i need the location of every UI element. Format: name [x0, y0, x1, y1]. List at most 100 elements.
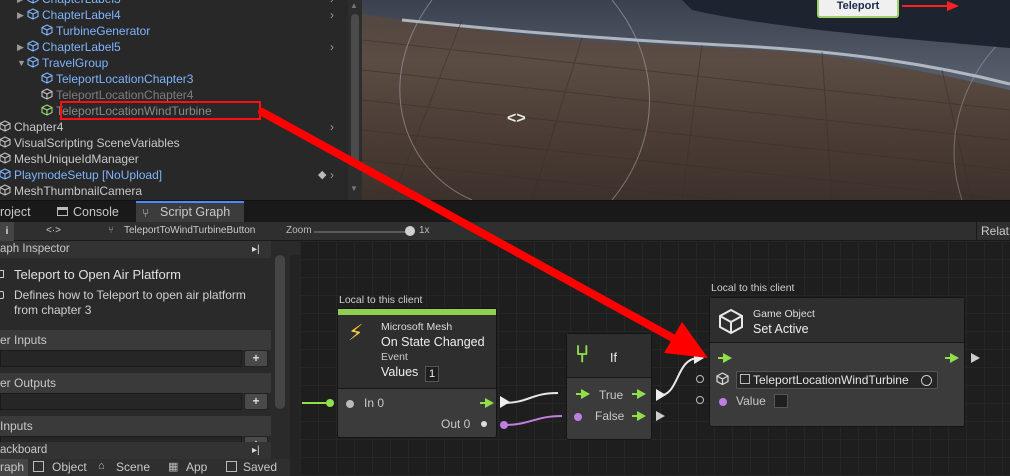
- tag-icon[interactable]: ◆: [318, 168, 326, 181]
- graph-icon: [0, 270, 4, 278]
- collapsed-arrow-icon[interactable]: ▶: [17, 0, 24, 7]
- object-picker-icon[interactable]: [921, 375, 932, 386]
- tab-object-variables[interactable]: Object: [52, 460, 87, 474]
- input-connection-dot[interactable]: [326, 399, 334, 407]
- hierarchy-scrollbar[interactable]: ▲ ▼: [348, 0, 362, 200]
- out0-port[interactable]: [481, 421, 487, 427]
- value-input-port[interactable]: [719, 398, 727, 406]
- graph-description[interactable]: Defines how to Teleport to open air plat…: [14, 288, 266, 318]
- zoom-label: Zoom: [286, 225, 312, 236]
- unconnected-port-icon[interactable]: [696, 396, 704, 404]
- hierarchy-item[interactable]: ▶ ChapterLabel3 ›: [0, 0, 348, 7]
- tab-saved-variables[interactable]: Saved: [243, 460, 277, 474]
- collapsed-arrow-icon[interactable]: ▶: [17, 39, 24, 55]
- collapsed-arrow-icon[interactable]: ▶: [17, 7, 24, 23]
- if-node[interactable]: ⑂ If True False: [566, 333, 652, 440]
- hierarchy-item[interactable]: TeleportLocationChapter3: [0, 71, 348, 87]
- info-icon[interactable]: i: [0, 222, 14, 241]
- false-output-icon[interactable]: [632, 411, 646, 421]
- game-object-cube-icon: [718, 308, 744, 335]
- hierarchy-item[interactable]: ▶Chapter4›: [0, 119, 348, 135]
- hierarchy-item[interactable]: MeshUniqueIdManager: [0, 151, 348, 167]
- control-output-icon[interactable]: [480, 398, 494, 408]
- if-control-input-icon[interactable]: [576, 389, 590, 399]
- prefab-icon: [0, 168, 11, 184]
- chevron-right-icon[interactable]: ›: [330, 119, 334, 135]
- graph-name-breadcrumb[interactable]: TeleportToWindTurbineButton: [124, 225, 255, 236]
- collapse-blackboard-icon[interactable]: ▸|: [252, 442, 260, 459]
- data-inputs-section[interactable]: Inputs: [0, 416, 271, 436]
- chevron-right-icon[interactable]: ›: [330, 0, 334, 7]
- hierarchy-item[interactable]: ▶ ChapterLabel4 ›: [0, 7, 348, 23]
- expanded-arrow-icon[interactable]: ▼: [17, 55, 26, 71]
- add-trigger-output-button[interactable]: +: [244, 393, 268, 410]
- trigger-inputs-list[interactable]: [0, 350, 242, 367]
- out0-connection-dot[interactable]: [500, 421, 508, 429]
- hierarchy-item[interactable]: TurbineGenerator: [0, 23, 348, 39]
- set-active-unconnected-icon[interactable]: [971, 353, 980, 363]
- tab-scene-variables[interactable]: Scene: [116, 460, 150, 474]
- unconnected-port-icon[interactable]: [696, 375, 704, 383]
- collapse-panel-icon[interactable]: ▸|: [252, 241, 260, 258]
- hierarchy-item-label: TurbineGenerator: [56, 24, 151, 38]
- selection-highlight: [60, 101, 261, 120]
- graph-title[interactable]: Teleport to Open Air Platform: [14, 267, 181, 282]
- tab-script-graph[interactable]: ⑂ Script Graph: [136, 201, 244, 223]
- values-label: Values: [381, 365, 419, 379]
- value-checkbox[interactable]: [774, 394, 788, 408]
- prefab-icon: [27, 56, 39, 72]
- graph-splitter[interactable]: [290, 255, 300, 476]
- scrollbar-thumb[interactable]: [351, 14, 359, 164]
- hierarchy-item[interactable]: ▶ ChapterLabel5 ›: [0, 39, 348, 55]
- false-unconnected-icon[interactable]: [656, 411, 665, 421]
- out0-label: Out 0: [441, 417, 471, 431]
- node-title: Set Active: [753, 322, 809, 336]
- relations-button[interactable]: Relat: [976, 222, 1010, 241]
- scene-icon: ⌂: [98, 460, 105, 472]
- if-branch-icon: ⑂: [575, 341, 590, 368]
- set-active-node[interactable]: Game Object Set Active TeleportLocationW…: [709, 297, 965, 427]
- hierarchy-item-label: TeleportLocationChapter3: [56, 72, 194, 86]
- chevron-right-icon[interactable]: ›: [330, 39, 334, 55]
- add-trigger-input-button[interactable]: +: [244, 350, 268, 367]
- hierarchy-item[interactable]: ▶PlaymodeSetup [NoUpload]›: [0, 167, 348, 183]
- true-output-icon[interactable]: [632, 389, 646, 399]
- zoom-slider[interactable]: [314, 231, 410, 233]
- teleport-button-preview[interactable]: Teleport: [817, 0, 899, 18]
- inspector-scrollbar[interactable]: [275, 255, 285, 409]
- trigger-outputs-list[interactable]: [0, 393, 242, 410]
- inspector-header: aph Inspector ▸|: [0, 241, 271, 258]
- chevron-right-icon[interactable]: ›: [330, 7, 334, 23]
- hierarchy-panel: ▶ ChapterLabel3 › ▶ ChapterLabel4 › TurbineGen…: [0, 0, 362, 200]
- trigger-outputs-section[interactable]: er Outputs: [0, 373, 271, 393]
- graph-canvas[interactable]: Local to this client ⚡ Microsoft Mesh On…: [300, 241, 1010, 476]
- graph-inspector-panel: aph Inspector ▸| Teleport to Open Air Pl…: [0, 241, 300, 476]
- gameobject-icon: [41, 104, 53, 120]
- tab-graph-variables[interactable]: raph: [0, 459, 28, 476]
- tab-project[interactable]: roject: [0, 201, 46, 223]
- hierarchy-item[interactable]: ▼ TravelGroup: [0, 55, 348, 71]
- graph-nav-icon[interactable]: <·>: [46, 225, 61, 236]
- transform-gizmo-icon[interactable]: <>: [507, 110, 526, 128]
- scroll-up-icon[interactable]: ▲: [350, 1, 358, 10]
- condition-input-port[interactable]: [574, 413, 582, 421]
- on-state-changed-node[interactable]: ⚡ Microsoft Mesh On State Changed Event …: [337, 308, 497, 438]
- node-scope-label: Local to this client: [339, 294, 423, 306]
- tab-console[interactable]: Console: [52, 201, 132, 223]
- hierarchy-item-label: Chapter4: [14, 120, 64, 134]
- hierarchy-item[interactable]: MeshThumbnailCamera: [0, 183, 348, 199]
- in0-port[interactable]: [346, 400, 354, 408]
- set-active-control-output-icon[interactable]: [945, 353, 959, 363]
- set-active-control-input-icon[interactable]: [718, 353, 732, 363]
- hierarchy-item[interactable]: VisualScripting SceneVariables: [0, 135, 348, 151]
- tab-app-variables[interactable]: App: [186, 460, 207, 474]
- target-object-field[interactable]: TeleportLocationWindTurbine: [736, 371, 938, 389]
- chevron-right-icon[interactable]: ›: [330, 167, 334, 183]
- scroll-down-icon[interactable]: ▼: [350, 184, 358, 193]
- trigger-inputs-section[interactable]: er Inputs: [0, 330, 271, 350]
- inspector-title: aph Inspector: [0, 243, 70, 255]
- zoom-slider-handle[interactable]: [405, 226, 415, 236]
- values-count-field[interactable]: 1: [425, 366, 439, 382]
- scene-view[interactable]: Teleport <>: [362, 0, 1010, 200]
- prefab-icon: [27, 40, 39, 56]
